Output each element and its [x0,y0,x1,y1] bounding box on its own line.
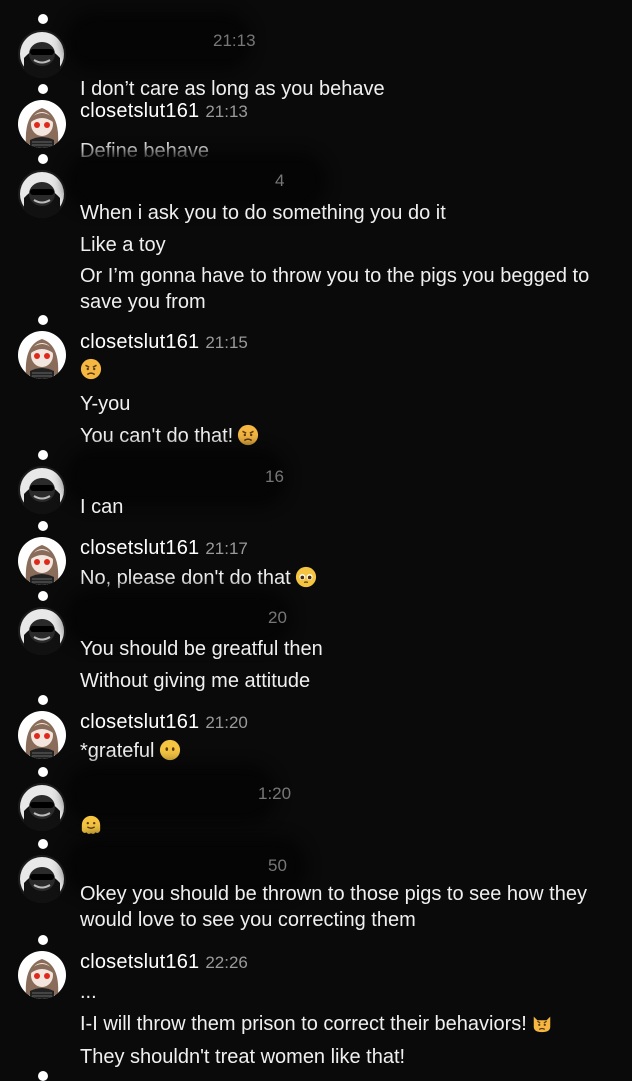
message-text: Y-you [80,391,615,417]
username[interactable]: closetslut161 [80,100,199,122]
message-timestamp: 21:13 [213,31,256,50]
message-timestamp: 20 [268,608,287,627]
thread-dot-icon [38,935,48,945]
message-timestamp: 50 [268,856,287,875]
message-timestamp: 21:17 [205,539,248,558]
message-header: closetslut161 21:17 [80,537,248,563]
thread-dot-icon [38,591,48,601]
message-text: Without giving me attitude [80,668,615,694]
message-timestamp: 21:20 [205,713,248,732]
message-text: You should be greatful then [80,636,615,662]
message-text: ... [80,979,615,1005]
message-text-content: No, please don't do that [80,567,291,589]
message-timestamp: 1:20 [258,784,292,803]
message-text-content: When i ask you to do something you do it [80,202,446,224]
thread-dot-icon [38,695,48,705]
thread-dot-icon [38,839,48,849]
avatar[interactable] [18,711,66,759]
message-timestamp: 4 [275,171,285,190]
thread-dot-icon [38,14,48,24]
redacted-username [76,599,281,637]
redacted-username [76,775,266,813]
message-text: *grateful [80,738,615,764]
message-text-content: Okey you should be thrown to those pigs … [80,883,587,931]
avatar[interactable] [18,170,66,218]
pouting-cat-icon [531,1012,553,1034]
avatar[interactable] [18,855,66,903]
username[interactable]: closetslut161 [80,537,199,559]
message-text: I-I will throw them prison to correct th… [80,1011,615,1037]
message-header: closetslut161 21:20 [80,711,248,737]
message-text: Like a toy [80,232,615,258]
angry-face-icon [80,358,102,380]
message-text-content: I-I will throw them prison to correct th… [80,1013,527,1035]
avatar[interactable] [18,783,66,831]
redacted-username [76,458,276,496]
message-text-content: Without giving me attitude [80,670,311,692]
message-text: I don’t care as long as you behave [80,76,615,102]
message-header: closetslut161 22:26 [80,951,248,977]
message-header: closetslut161 21:15 [80,331,248,357]
avatar[interactable] [18,30,66,78]
message-text: When i ask you to do something you do it [80,200,615,226]
message-text-content: Y-you [80,393,131,415]
message-text [80,813,615,839]
thread-dot-icon [38,315,48,325]
message-text [80,357,615,383]
angry-face-icon [237,424,259,446]
thread-dot-icon [38,154,48,164]
avatar[interactable] [18,466,66,514]
message-text: No, please don't do that [80,565,615,591]
thread-dot-icon [38,84,48,94]
message-text-content: *grateful [80,740,155,762]
avatar[interactable] [18,100,66,148]
username[interactable]: closetslut161 [80,711,199,733]
message-timestamp: 21:15 [205,333,248,352]
message-text-content: Like a toy [80,234,166,256]
message-timestamp: 21:13 [205,102,248,121]
message-text-content: You can't do that! [80,425,234,447]
message-text-content: Define behave [80,140,209,162]
message-text: Okey you should be thrown to those pigs … [80,881,615,933]
message-text-content: I don’t care as long as you behave [80,78,385,100]
face-without-mouth-icon [159,739,181,761]
message-text-content: I can [80,496,124,518]
message-timestamp: 16 [265,467,284,486]
message-timestamp: 22:26 [205,953,248,972]
message-text: You can't do that! [80,423,615,449]
avatar[interactable] [18,607,66,655]
username[interactable]: closetslut161 [80,951,199,973]
thread-dot-icon [38,450,48,460]
message-text-content: They shouldn't treat women like that! [80,1046,406,1068]
thread-dot-icon [38,767,48,777]
message-text-content: Or I’m gonna have to throw you to the pi… [80,265,590,313]
message-text-content: ... [80,981,97,1003]
message-header: closetslut161 21:13 [80,100,248,126]
username[interactable]: closetslut161 [80,331,199,353]
message-text-content: You should be greatful then [80,638,323,660]
thread-dot-icon [38,521,48,531]
message-text: Define behave [80,138,615,164]
chat-message-list[interactable]: 21:13 I don’t care as long as you behave c… [0,0,632,1081]
melting-face-icon [80,814,102,836]
avatar[interactable] [18,537,66,585]
avatar[interactable] [18,951,66,999]
avatar[interactable] [18,331,66,379]
redacted-username [76,847,296,885]
message-text: They shouldn't treat women like that! [80,1044,615,1070]
message-text: I can [80,494,615,520]
message-text: Or I’m gonna have to throw you to the pi… [80,263,615,315]
pleading-face-icon [295,566,317,588]
